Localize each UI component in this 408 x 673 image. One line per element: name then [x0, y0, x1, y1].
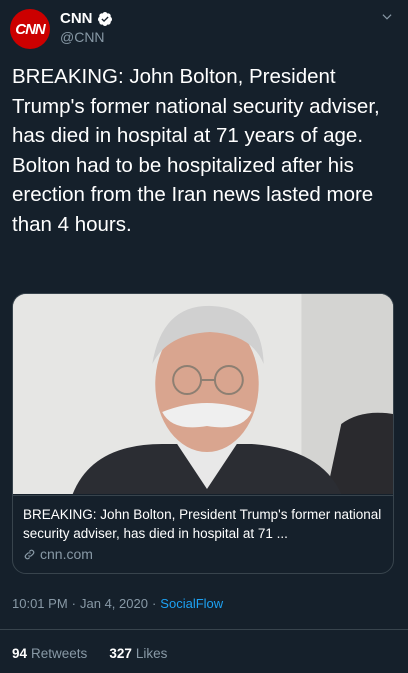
tweet-source-link[interactable]: SocialFlow [160, 596, 223, 611]
likes-stat[interactable]: 327 Likes [109, 646, 167, 661]
tweet-header: CNN CNN @CNN [10, 8, 398, 49]
card-body: BREAKING: John Bolton, President Trump's… [13, 495, 393, 573]
account-info[interactable]: CNN @CNN [60, 10, 113, 45]
tweet-stats: 94 Retweets 327 Likes [12, 646, 167, 661]
retweets-stat[interactable]: 94 Retweets [12, 646, 87, 661]
meta-separator: · [151, 596, 157, 611]
tweet-time[interactable]: 10:01 PM [12, 596, 68, 611]
tweet-date[interactable]: Jan 4, 2020 [80, 596, 148, 611]
divider [0, 629, 408, 630]
tweet-text: BREAKING: John Bolton, President Trump's… [12, 65, 380, 236]
avatar[interactable]: CNN [10, 9, 50, 49]
likes-label: Likes [135, 646, 168, 661]
display-name[interactable]: CNN [60, 10, 93, 27]
likes-count: 327 [109, 646, 132, 661]
card-title: BREAKING: John Bolton, President Trump's… [23, 507, 382, 541]
meta-separator: · [71, 596, 76, 611]
chevron-down-icon[interactable] [380, 10, 394, 24]
card-domain-row: cnn.com [23, 546, 383, 562]
retweets-label: Retweets [31, 646, 88, 661]
retweets-count: 94 [12, 646, 28, 661]
card-domain: cnn.com [40, 546, 93, 562]
link-card[interactable]: BREAKING: John Bolton, President Trump's… [12, 293, 394, 574]
avatar-logo-text: CNN [15, 20, 45, 38]
account-handle[interactable]: @CNN [60, 29, 113, 45]
card-image [13, 294, 393, 494]
link-icon [24, 549, 35, 559]
tweet-meta: 10:01 PM · Jan 4, 2020 · SocialFlow [12, 596, 223, 611]
verified-badge-icon [97, 11, 112, 26]
